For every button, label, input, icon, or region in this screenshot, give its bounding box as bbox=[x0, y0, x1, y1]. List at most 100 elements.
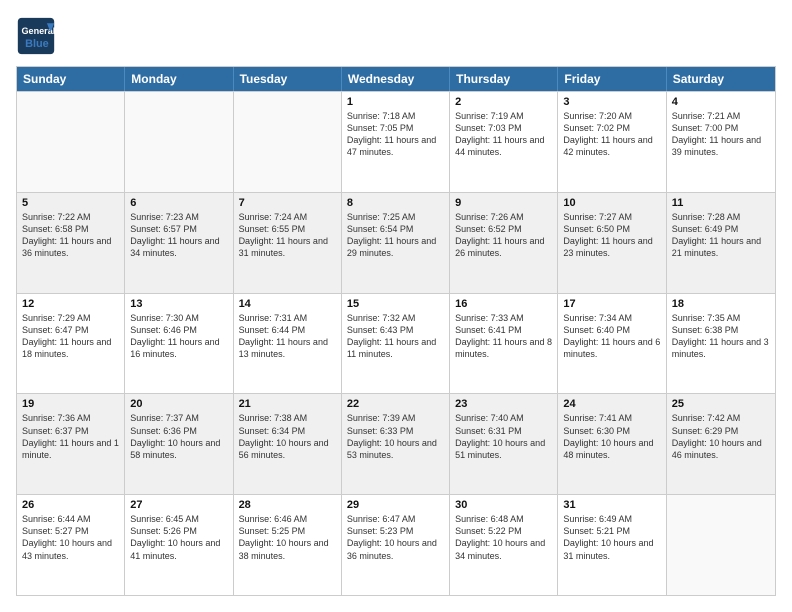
day-info: Sunrise: 7:34 AM Sunset: 6:40 PM Dayligh… bbox=[563, 312, 660, 361]
day-cell-10: 10 Sunrise: 7:27 AM Sunset: 6:50 PM Dayli… bbox=[558, 193, 666, 293]
day-info: Sunrise: 6:46 AM Sunset: 5:25 PM Dayligh… bbox=[239, 513, 336, 562]
day-number: 27 bbox=[130, 499, 227, 511]
day-number: 8 bbox=[347, 197, 444, 209]
day-cell-6: 6Sunrise: 7:23 AM Sunset: 6:57 PM Daylig… bbox=[125, 193, 233, 293]
day-info: Sunrise: 7:39 AM Sunset: 6:33 PM Dayligh… bbox=[347, 412, 444, 461]
day-info: Sunrise: 6:49 AM Sunset: 5:21 PM Dayligh… bbox=[563, 513, 660, 562]
day-number: 3 bbox=[563, 96, 660, 108]
empty-cell-0-0 bbox=[17, 92, 125, 192]
day-number: 13 bbox=[130, 298, 227, 310]
day-cell-8: 8 Sunrise: 7:25 AM Sunset: 6:54 PM Daylig… bbox=[342, 193, 450, 293]
day-info: Sunrise: 7:20 AM Sunset: 7:02 PM Dayligh… bbox=[563, 110, 660, 159]
day-number: 9 bbox=[455, 197, 552, 209]
day-number: 20 bbox=[130, 398, 227, 410]
calendar: SundayMondayTuesdayWednesdayThursdayFrid… bbox=[16, 66, 776, 596]
day-info: Sunrise: 7:22 AM Sunset: 6:58 PM Dayligh… bbox=[22, 211, 119, 260]
day-number: 16 bbox=[455, 298, 552, 310]
calendar-row-4: 26 Sunrise: 6:44 AM Sunset: 5:27 PM Dayli… bbox=[17, 494, 775, 595]
day-number: 30 bbox=[455, 499, 552, 511]
empty-cell-0-1 bbox=[125, 92, 233, 192]
day-info: Sunrise: 7:19 AM Sunset: 7:03 PM Dayligh… bbox=[455, 110, 552, 159]
header: General Blue bbox=[16, 16, 776, 56]
day-info: Sunrise: 7:28 AM Sunset: 6:49 PM Dayligh… bbox=[672, 211, 770, 260]
day-cell-5: 5 Sunrise: 7:22 AM Sunset: 6:58 PM Daylig… bbox=[17, 193, 125, 293]
weekday-header-tuesday: Tuesday bbox=[234, 67, 342, 91]
logo: General Blue bbox=[16, 16, 62, 56]
day-number: 19 bbox=[22, 398, 119, 410]
day-number: 14 bbox=[239, 298, 336, 310]
day-cell-1: 1Sunrise: 7:18 AM Sunset: 7:05 PM Daylig… bbox=[342, 92, 450, 192]
day-cell-19: 19Sunrise: 7:36 AM Sunset: 6:37 PM Dayli… bbox=[17, 394, 125, 494]
day-number: 1 bbox=[347, 96, 444, 108]
day-cell-14: 14 Sunrise: 7:31 AM Sunset: 6:44 PM Dayli… bbox=[234, 294, 342, 394]
day-info: Sunrise: 7:27 AM Sunset: 6:50 PM Dayligh… bbox=[563, 211, 660, 260]
day-cell-9: 9 Sunrise: 7:26 AM Sunset: 6:52 PM Daylig… bbox=[450, 193, 558, 293]
day-number: 28 bbox=[239, 499, 336, 511]
day-info: Sunrise: 7:42 AM Sunset: 6:29 PM Dayligh… bbox=[672, 412, 770, 461]
weekday-header-saturday: Saturday bbox=[667, 67, 775, 91]
day-cell-26: 26 Sunrise: 6:44 AM Sunset: 5:27 PM Dayli… bbox=[17, 495, 125, 595]
day-cell-16: 16 Sunrise: 7:33 AM Sunset: 6:41 PM Dayli… bbox=[450, 294, 558, 394]
day-number: 11 bbox=[672, 197, 770, 209]
day-number: 17 bbox=[563, 298, 660, 310]
day-cell-18: 18 Sunrise: 7:35 AM Sunset: 6:38 PM Dayli… bbox=[667, 294, 775, 394]
calendar-header: SundayMondayTuesdayWednesdayThursdayFrid… bbox=[17, 67, 775, 91]
day-info: Sunrise: 7:26 AM Sunset: 6:52 PM Dayligh… bbox=[455, 211, 552, 260]
day-info: Sunrise: 6:45 AM Sunset: 5:26 PM Dayligh… bbox=[130, 513, 227, 562]
logo-icon: General Blue bbox=[16, 16, 56, 56]
day-cell-24: 24 Sunrise: 7:41 AM Sunset: 6:30 PM Dayli… bbox=[558, 394, 666, 494]
day-cell-12: 12 Sunrise: 7:29 AM Sunset: 6:47 PM Dayli… bbox=[17, 294, 125, 394]
day-info: Sunrise: 7:29 AM Sunset: 6:47 PM Dayligh… bbox=[22, 312, 119, 361]
weekday-header-friday: Friday bbox=[558, 67, 666, 91]
day-number: 23 bbox=[455, 398, 552, 410]
day-cell-4: 4Sunrise: 7:21 AM Sunset: 7:00 PM Daylig… bbox=[667, 92, 775, 192]
day-info: Sunrise: 7:37 AM Sunset: 6:36 PM Dayligh… bbox=[130, 412, 227, 461]
day-cell-3: 3 Sunrise: 7:20 AM Sunset: 7:02 PM Daylig… bbox=[558, 92, 666, 192]
day-cell-21: 21Sunrise: 7:38 AM Sunset: 6:34 PM Dayli… bbox=[234, 394, 342, 494]
day-cell-2: 2 Sunrise: 7:19 AM Sunset: 7:03 PM Daylig… bbox=[450, 92, 558, 192]
day-number: 12 bbox=[22, 298, 119, 310]
day-cell-20: 20 Sunrise: 7:37 AM Sunset: 6:36 PM Dayli… bbox=[125, 394, 233, 494]
day-cell-11: 11 Sunrise: 7:28 AM Sunset: 6:49 PM Dayli… bbox=[667, 193, 775, 293]
day-number: 6 bbox=[130, 197, 227, 209]
day-info: Sunrise: 7:35 AM Sunset: 6:38 PM Dayligh… bbox=[672, 312, 770, 361]
page: General Blue SundayMondayTuesdayWednesda… bbox=[0, 0, 792, 612]
day-info: Sunrise: 6:48 AM Sunset: 5:22 PM Dayligh… bbox=[455, 513, 552, 562]
day-info: Sunrise: 7:40 AM Sunset: 6:31 PM Dayligh… bbox=[455, 412, 552, 461]
day-info: Sunrise: 6:44 AM Sunset: 5:27 PM Dayligh… bbox=[22, 513, 119, 562]
day-number: 29 bbox=[347, 499, 444, 511]
day-number: 24 bbox=[563, 398, 660, 410]
day-info: Sunrise: 7:33 AM Sunset: 6:41 PM Dayligh… bbox=[455, 312, 552, 361]
day-number: 25 bbox=[672, 398, 770, 410]
empty-cell-0-2 bbox=[234, 92, 342, 192]
day-cell-28: 28 Sunrise: 6:46 AM Sunset: 5:25 PM Dayli… bbox=[234, 495, 342, 595]
day-info: Sunrise: 7:31 AM Sunset: 6:44 PM Dayligh… bbox=[239, 312, 336, 361]
day-info: Sunrise: 6:47 AM Sunset: 5:23 PM Dayligh… bbox=[347, 513, 444, 562]
day-info: Sunrise: 7:41 AM Sunset: 6:30 PM Dayligh… bbox=[563, 412, 660, 461]
weekday-header-sunday: Sunday bbox=[17, 67, 125, 91]
day-info: Sunrise: 7:38 AM Sunset: 6:34 PM Dayligh… bbox=[239, 412, 336, 461]
svg-text:Blue: Blue bbox=[25, 38, 49, 50]
day-cell-15: 15Sunrise: 7:32 AM Sunset: 6:43 PM Dayli… bbox=[342, 294, 450, 394]
day-number: 26 bbox=[22, 499, 119, 511]
day-number: 22 bbox=[347, 398, 444, 410]
calendar-row-2: 12 Sunrise: 7:29 AM Sunset: 6:47 PM Dayli… bbox=[17, 293, 775, 394]
day-info: Sunrise: 7:21 AM Sunset: 7:00 PM Dayligh… bbox=[672, 110, 770, 159]
day-number: 2 bbox=[455, 96, 552, 108]
day-info: Sunrise: 7:25 AM Sunset: 6:54 PM Dayligh… bbox=[347, 211, 444, 260]
day-cell-7: 7Sunrise: 7:24 AM Sunset: 6:55 PM Daylig… bbox=[234, 193, 342, 293]
calendar-row-3: 19Sunrise: 7:36 AM Sunset: 6:37 PM Dayli… bbox=[17, 393, 775, 494]
day-info: Sunrise: 7:30 AM Sunset: 6:46 PM Dayligh… bbox=[130, 312, 227, 361]
day-cell-30: 30 Sunrise: 6:48 AM Sunset: 5:22 PM Dayli… bbox=[450, 495, 558, 595]
day-number: 7 bbox=[239, 197, 336, 209]
weekday-header-monday: Monday bbox=[125, 67, 233, 91]
day-number: 5 bbox=[22, 197, 119, 209]
day-number: 10 bbox=[563, 197, 660, 209]
day-cell-23: 23 Sunrise: 7:40 AM Sunset: 6:31 PM Dayli… bbox=[450, 394, 558, 494]
calendar-row-0: 1Sunrise: 7:18 AM Sunset: 7:05 PM Daylig… bbox=[17, 91, 775, 192]
empty-cell-4-6 bbox=[667, 495, 775, 595]
day-cell-25: 25 Sunrise: 7:42 AM Sunset: 6:29 PM Dayli… bbox=[667, 394, 775, 494]
day-cell-13: 13 Sunrise: 7:30 AM Sunset: 6:46 PM Dayli… bbox=[125, 294, 233, 394]
weekday-header-wednesday: Wednesday bbox=[342, 67, 450, 91]
day-number: 18 bbox=[672, 298, 770, 310]
